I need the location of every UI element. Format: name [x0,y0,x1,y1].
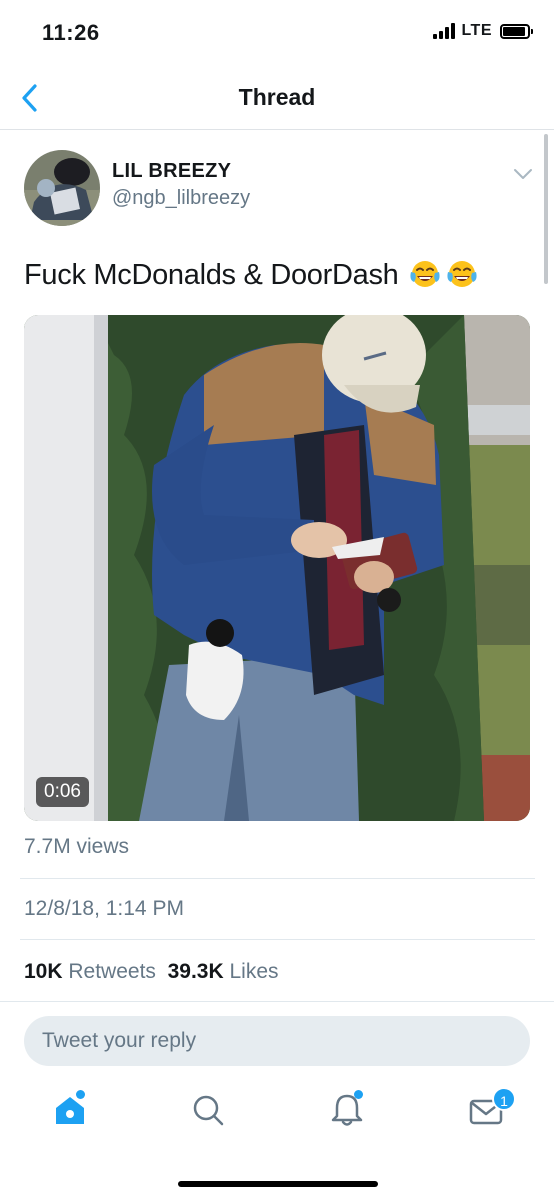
likes-label: Likes [229,960,279,983]
video-duration: 0:06 [36,777,89,807]
divider [0,1001,554,1002]
face-with-tears-of-joy-icon [447,261,478,287]
tweet-video[interactable] [24,315,530,821]
notifications-dot [354,1090,363,1099]
view-count: 7.7M views [24,835,130,858]
navigation-bar: Thread [0,66,554,130]
messages-badge: 1 [492,1087,516,1111]
likes-count: 39.3K [167,960,224,983]
status-bar: 11:26 LTE [0,0,554,66]
status-time: 11:26 [42,20,100,45]
home-notification-dot [76,1090,85,1099]
retweets-link[interactable]: 10K Retweets [24,960,156,983]
scrollbar [544,134,548,284]
page-title: Thread [238,84,316,110]
network-type: LTE [461,22,492,39]
tweet-text: Fuck McDonalds & DoorDash [24,258,479,292]
avatar[interactable] [24,150,100,226]
tweet-timestamp: 12/8/18, 1:14 PM [24,897,184,920]
divider [20,939,535,940]
divider [20,878,535,879]
retweets-label: Retweets [68,960,156,983]
reply-input[interactable]: Tweet your reply [24,1016,530,1066]
home-indicator [178,1181,378,1187]
engagement-stats: 10K Retweets 39.3K Likes [24,960,279,984]
search-icon[interactable] [188,1090,228,1130]
status-indicators: LTE [433,22,533,40]
battery-icon [500,23,533,39]
tweet-text-content: Fuck McDonalds & DoorDash [24,258,399,291]
likes-link[interactable]: 39.3K Likes [168,960,279,983]
signal-strength-icon [433,23,456,39]
chevron-down-icon[interactable] [512,166,534,182]
retweets-count: 10K [24,960,63,983]
author-name[interactable]: LIL BREEZY [112,160,231,183]
face-with-tears-of-joy-icon [410,261,441,287]
author-handle[interactable]: @ngb_lilbreezy [112,187,250,210]
